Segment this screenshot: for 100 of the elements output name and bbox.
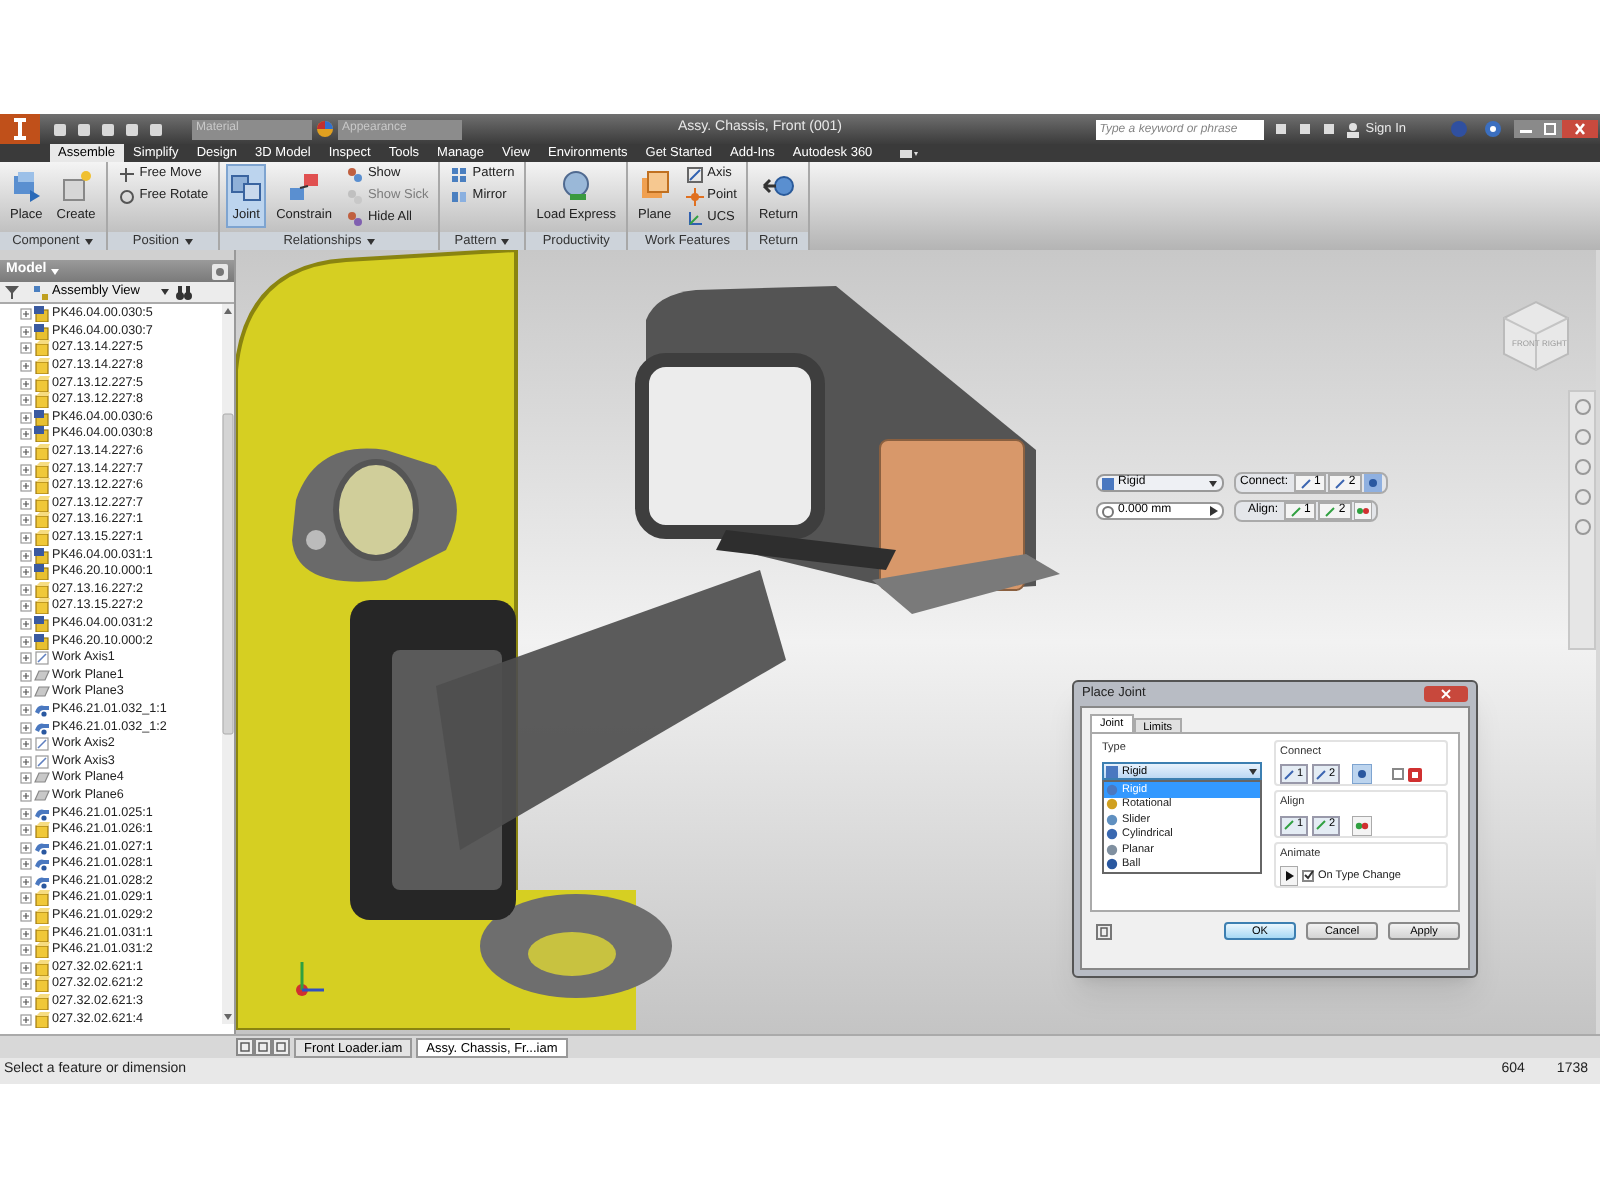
tree-view-icon — [34, 285, 48, 299]
plane-icon — [638, 170, 671, 202]
flip-toggle-icon[interactable] — [1363, 474, 1382, 492]
help-icon[interactable] — [1096, 923, 1112, 939]
expand-icon[interactable] — [20, 686, 32, 699]
expand-icon[interactable] — [20, 360, 32, 373]
flip-icon[interactable] — [1352, 815, 1372, 835]
expand-icon[interactable] — [20, 961, 32, 974]
new-file-icon[interactable] — [52, 121, 68, 137]
place-component-icon — [10, 170, 43, 202]
steering-wheel-icon[interactable] — [1573, 398, 1591, 416]
expand-icon[interactable] — [20, 480, 32, 493]
flip-icon[interactable] — [1353, 502, 1372, 520]
expand-icon[interactable] — [20, 514, 32, 527]
create-component-icon — [60, 170, 93, 202]
expand-icon[interactable] — [20, 342, 32, 355]
expand-icon[interactable] — [20, 892, 32, 905]
planar-joint-icon — [1106, 843, 1118, 856]
expand-icon[interactable] — [20, 497, 32, 510]
expand-icon[interactable] — [20, 617, 32, 630]
caret-icon[interactable] — [50, 267, 61, 275]
user-icon — [1345, 121, 1360, 137]
expand-icon[interactable] — [20, 411, 32, 424]
expand-icon[interactable] — [20, 428, 32, 441]
orbit-icon[interactable] — [1573, 488, 1591, 506]
offset-icon — [1102, 505, 1114, 517]
expand-icon[interactable] — [20, 1013, 32, 1026]
cylindrical-joint-icon — [1106, 828, 1118, 841]
tile-icon[interactable] — [236, 1038, 254, 1056]
expand-icon[interactable] — [20, 325, 32, 338]
show-icon — [345, 165, 364, 183]
camera-icon[interactable] — [898, 148, 919, 160]
expand-icon[interactable] — [20, 446, 32, 459]
expand-icon[interactable] — [20, 308, 32, 321]
color-wheel-icon[interactable] — [316, 120, 334, 138]
caret-icon[interactable] — [500, 237, 511, 245]
expand-icon[interactable] — [20, 721, 32, 734]
redo-icon[interactable] — [148, 121, 164, 137]
expand-icon[interactable] — [20, 978, 32, 991]
lock-icon[interactable] — [1408, 767, 1422, 782]
expand-icon[interactable] — [20, 910, 32, 923]
open-folder-icon[interactable] — [76, 121, 92, 137]
checkbox[interactable] — [1302, 869, 1314, 882]
expand-icon[interactable] — [20, 944, 32, 957]
expand-icon[interactable] — [20, 772, 32, 785]
expand-icon[interactable] — [20, 824, 32, 837]
hide-all-icon — [345, 209, 364, 227]
expand-icon[interactable] — [20, 841, 32, 854]
app-logo-icon[interactable] — [0, 114, 40, 144]
expand-icon[interactable] — [20, 652, 32, 665]
show-sick-icon — [345, 187, 364, 205]
expand-icon[interactable] — [20, 463, 32, 476]
wrench-icon[interactable] — [1297, 122, 1312, 136]
scrollbar-drawing[interactable] — [222, 304, 234, 1024]
ucs-icon — [685, 209, 704, 227]
expand-icon[interactable] — [20, 738, 32, 751]
free-move-icon — [117, 165, 136, 183]
save-icon[interactable] — [100, 121, 116, 137]
expand-icon[interactable] — [20, 394, 32, 407]
constrain-icon — [288, 170, 321, 202]
caret-icon — [159, 288, 170, 296]
expand-icon[interactable] — [20, 703, 32, 716]
caret-icon[interactable] — [83, 237, 94, 245]
caret-icon[interactable] — [365, 237, 376, 245]
expand-icon[interactable] — [20, 807, 32, 820]
cascade-icon[interactable] — [254, 1038, 272, 1056]
expand-icon[interactable] — [20, 583, 32, 596]
zoom-icon[interactable] — [1573, 458, 1591, 476]
help-icon[interactable] — [1484, 120, 1502, 138]
pattern-icon — [450, 165, 469, 183]
expand-icon[interactable] — [20, 532, 32, 545]
undo-icon[interactable] — [124, 121, 140, 137]
binoculars-icon[interactable] — [175, 285, 192, 299]
close-icon[interactable] — [1424, 686, 1468, 702]
slider-joint-icon — [1106, 813, 1118, 826]
close-icon[interactable] — [1562, 120, 1598, 138]
maximize-icon[interactable] — [1538, 120, 1562, 138]
expand-icon[interactable] — [20, 377, 32, 390]
expand-icon[interactable] — [20, 566, 32, 579]
look-icon[interactable] — [1573, 518, 1591, 536]
expand-icon[interactable] — [20, 669, 32, 682]
expand-icon[interactable] — [20, 600, 32, 613]
expand-icon[interactable] — [20, 996, 32, 1009]
expand-icon[interactable] — [20, 927, 32, 940]
expand-icon[interactable] — [20, 789, 32, 802]
ball-joint-icon — [1106, 858, 1118, 871]
expand-icon[interactable] — [20, 858, 32, 871]
expand-icon[interactable] — [20, 549, 32, 562]
checkbox[interactable] — [1392, 768, 1404, 781]
play-icon[interactable] — [1280, 865, 1298, 886]
expand-icon[interactable] — [20, 755, 32, 768]
expand-icon[interactable] — [20, 635, 32, 648]
binoculars-icon[interactable] — [1273, 122, 1288, 136]
home-icon[interactable] — [272, 1038, 290, 1056]
pan-icon[interactable] — [1573, 428, 1591, 446]
expand-icon[interactable] — [20, 875, 32, 888]
flip-toggle-icon[interactable] — [1352, 764, 1372, 785]
axis-icon — [685, 165, 704, 183]
minimize-icon[interactable] — [1514, 120, 1538, 138]
caret-icon[interactable] — [183, 237, 193, 245]
